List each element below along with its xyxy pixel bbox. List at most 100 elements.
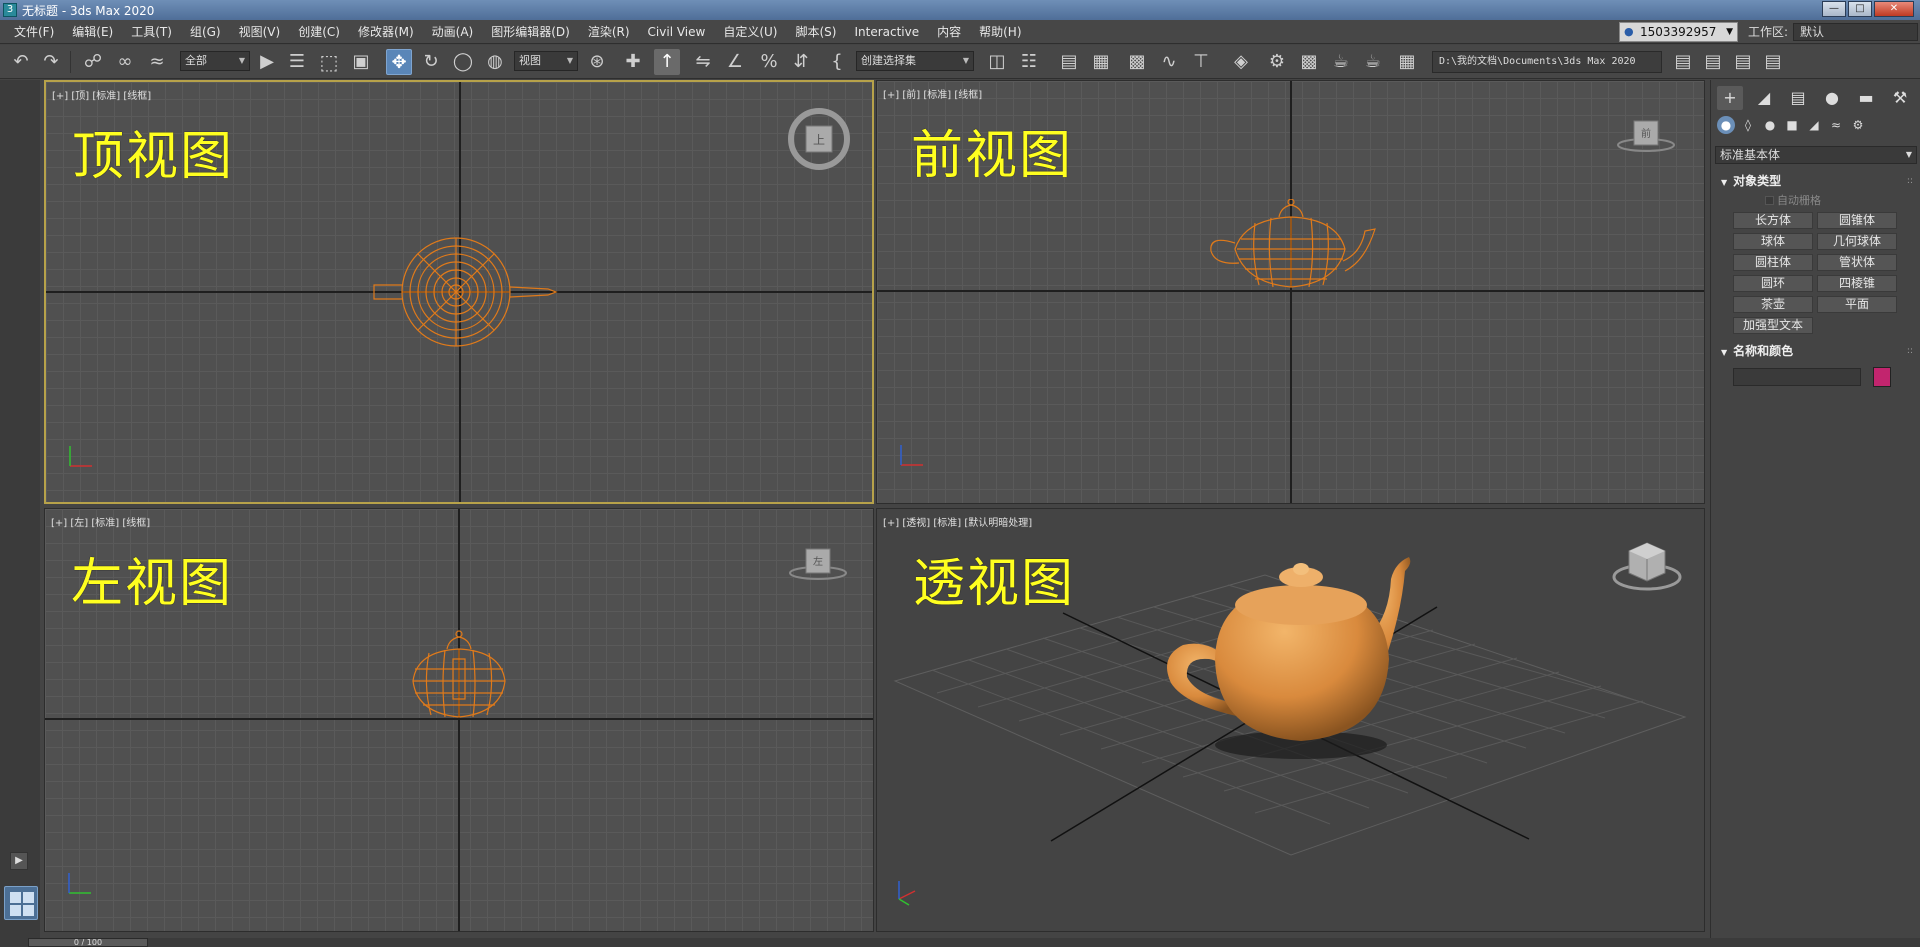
project-folder-icon[interactable]: ▤ [1670,49,1696,75]
bind-spacewarp-icon[interactable]: ≈ [144,49,170,75]
rendered-frame-icon[interactable]: ▩ [1296,49,1322,75]
teapot-button[interactable]: 茶壶 [1733,296,1813,313]
cylinder-button[interactable]: 圆柱体 [1733,254,1813,271]
viewport-perspective[interactable]: [+] [透视] [标准] [默认明暗处理] 透视图 [876,508,1705,932]
motion-tab-icon[interactable]: ● [1819,86,1845,110]
manipulate-icon[interactable]: ✚ [620,49,646,75]
curve-editor-icon[interactable]: ∿ [1156,49,1182,75]
viewcube-icon[interactable]: 左 [783,539,853,589]
menu-content[interactable]: 内容 [929,20,971,44]
selection-filter-dropdown[interactable]: 全部 ▼ [180,51,250,71]
geometry-icon[interactable]: ● [1717,116,1735,134]
viewport-front[interactable]: [+] [前] [标准] [线框] 前视图 前 [876,80,1705,504]
menu-graph-editors[interactable]: 图形编辑器(D) [483,20,580,44]
menu-rendering[interactable]: 渲染(R) [580,20,640,44]
viewport-label[interactable]: [+] [透视] [标准] [默认明暗处理] [883,514,1032,529]
modify-tab-icon[interactable]: ◢ [1751,86,1777,110]
teapot-wireframe[interactable] [370,232,560,352]
menu-modifiers[interactable]: 修改器(M) [350,20,424,44]
teapot-shaded[interactable] [1157,549,1457,769]
helpers-icon[interactable]: ◢ [1805,116,1823,134]
unlink-icon[interactable]: ∞ [112,49,138,75]
ref-coord-dropdown[interactable]: 视图 ▼ [514,51,578,71]
textplus-button[interactable]: 加强型文本 [1733,317,1813,334]
percent-snap-icon[interactable]: % [756,49,782,75]
maximize-button[interactable]: □ [1848,1,1872,17]
cameras-icon[interactable]: ■ [1783,116,1801,134]
spinner-snap-icon[interactable]: ⇵ [788,49,814,75]
viewcube-icon[interactable]: 前 [1611,111,1681,161]
lights-icon[interactable]: ● [1761,116,1779,134]
viewcube-icon[interactable] [1607,537,1687,601]
object-type-rollout[interactable]: ▼ 对象类型:: [1715,172,1917,190]
rect-region-icon[interactable]: ⬚ [316,49,342,75]
menu-group[interactable]: 组(G) [182,20,231,44]
create-tab-icon[interactable]: + [1717,86,1743,110]
box-button[interactable]: 长方体 [1733,212,1813,229]
layer-icon[interactable]: ▤ [1056,49,1082,75]
angle-snap-icon[interactable]: ∠ [722,49,748,75]
play-icon[interactable]: ▶ [10,852,28,870]
viewport-label[interactable]: [+] [前] [标准] [线框] [883,86,982,101]
edit-named-sets-icon[interactable]: { [824,49,850,75]
mirror-icon[interactable]: ◫ [984,49,1010,75]
teapot-wireframe[interactable] [1205,199,1385,299]
align-icon[interactable]: ☷ [1016,49,1042,75]
teapot-wireframe[interactable] [405,629,525,729]
menu-interactive[interactable]: Interactive [846,20,929,44]
render-online-icon[interactable]: ☕ [1360,49,1386,75]
display-tab-icon[interactable]: ▬ [1853,86,1879,110]
menu-customize[interactable]: 自定义(U) [715,20,787,44]
menu-scripting[interactable]: 脚本(S) [787,20,846,44]
account-dropdown[interactable]: ● 1503392957 ▼ [1619,22,1738,42]
viewport-label[interactable]: [+] [左] [标准] [线框] [51,514,150,529]
move-icon[interactable]: ✥ [386,49,412,75]
schematic-icon[interactable]: ⊤ [1188,49,1214,75]
viewport-top[interactable]: [+] [顶] [标准] [线框] 顶视图 上 [44,80,874,504]
viewport-layout-icon[interactable] [4,886,38,920]
window-crossing-icon[interactable]: ▣ [348,49,374,75]
workspace-select[interactable]: 默认 [1793,23,1918,41]
link-icon[interactable]: ☍ [80,49,106,75]
sphere-button[interactable]: 球体 [1733,233,1813,250]
shapes-icon[interactable]: ◊ [1739,116,1757,134]
torus-button[interactable]: 圆环 [1733,275,1813,292]
utilities-tab-icon[interactable]: ⚒ [1887,86,1913,110]
placement-icon[interactable]: ◍ [482,49,508,75]
keyboard-shortcut-icon[interactable]: ↑ [654,49,680,75]
rotate-icon[interactable]: ↻ [418,49,444,75]
project-open-icon[interactable]: ▤ [1700,49,1726,75]
object-name-input[interactable] [1733,368,1861,386]
category-dropdown[interactable]: 标准基本体 ▼ [1715,146,1917,164]
scene-explorer-icon[interactable]: ▦ [1088,49,1114,75]
time-slider[interactable]: 0 / 100 [28,938,148,947]
material-editor-icon[interactable]: ◈ [1228,49,1254,75]
project-save-icon[interactable]: ▤ [1730,49,1756,75]
snap-icon[interactable]: ⇋ [690,49,716,75]
menu-file[interactable]: 文件(F) [6,20,64,44]
cone-button[interactable]: 圆锥体 [1817,212,1897,229]
viewport-label[interactable]: [+] [顶] [标准] [线框] [52,87,151,102]
redo-icon[interactable]: ↷ [38,49,64,75]
menu-views[interactable]: 视图(V) [231,20,291,44]
project-path[interactable]: D:\我的文档\Documents\3ds Max 2020 [1432,51,1662,73]
geosphere-button[interactable]: 几何球体 [1817,233,1897,250]
render-icon[interactable]: ☕ [1328,49,1354,75]
menu-create[interactable]: 创建(C) [290,20,350,44]
pyramid-button[interactable]: 四棱锥 [1817,275,1897,292]
menu-civil-view[interactable]: Civil View [640,20,716,44]
menu-help[interactable]: 帮助(H) [971,20,1031,44]
pivot-icon[interactable]: ⊛ [584,49,610,75]
render-cloud-icon[interactable]: ▦ [1394,49,1420,75]
systems-icon[interactable]: ⚙ [1849,116,1867,134]
close-button[interactable]: ✕ [1874,1,1914,17]
menu-edit[interactable]: 编辑(E) [64,20,123,44]
project-settings-icon[interactable]: ▤ [1760,49,1786,75]
select-by-name-icon[interactable]: ☰ [284,49,310,75]
tube-button[interactable]: 管状体 [1817,254,1897,271]
viewport-left[interactable]: [+] [左] [标准] [线框] 左视图 左 [44,508,874,932]
select-object-icon[interactable]: ▶ [254,49,280,75]
menu-tools[interactable]: 工具(T) [123,20,182,44]
viewcube-icon[interactable]: 上 [784,104,854,174]
render-setup-icon[interactable]: ⚙ [1264,49,1290,75]
